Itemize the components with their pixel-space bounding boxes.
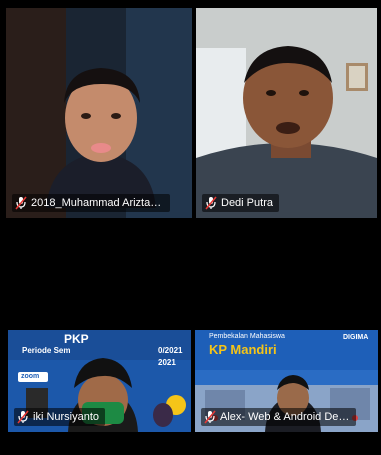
participant-name-label: iki Nursiyanto [14,408,106,426]
participant-name-label: Alex- Web & Android Developer [201,408,357,426]
poster-title: PKP [64,332,89,346]
mic-muted-icon [15,196,27,210]
participant-name-label: 2018_Muhammad Ariztama Rah... [12,194,170,212]
participant-video-1 [6,8,192,218]
mic-muted-icon [204,410,216,424]
zoom-logo: zoom [21,373,40,380]
participant-name-label: Dedi Putra [202,194,279,212]
poster-line-left: Periode Sem [22,346,71,355]
video-tile-3[interactable]: PKP Periode Sem 0/2021 2021 zoom iki Nur… [8,330,191,432]
video-tile-1[interactable]: 2018_Muhammad Ariztama Rah... [6,8,192,218]
participant-name: Dedi Putra [221,197,273,209]
video-tile-2[interactable]: Dedi Putra [196,8,377,218]
poster-line-year: 2021 [158,358,176,367]
poster-kicker: Pembekalan Mahasiswa [209,333,285,340]
participant-name: Alex- Web & Android Developer [220,411,351,423]
mic-muted-icon [205,196,217,210]
mic-muted-icon [17,410,29,424]
participant-name: iki Nursiyanto [33,411,100,423]
poster-brand: DIGIMA [343,334,369,341]
video-tile-4[interactable]: Pembekalan Mahasiswa KP Mandiri DIGIMA A… [195,330,378,432]
poster-title: KP Mandiri [209,342,277,357]
poster-line-right: 0/2021 [158,346,183,355]
participant-name: 2018_Muhammad Ariztama Rah... [31,197,164,209]
participant-video-2 [196,8,377,218]
